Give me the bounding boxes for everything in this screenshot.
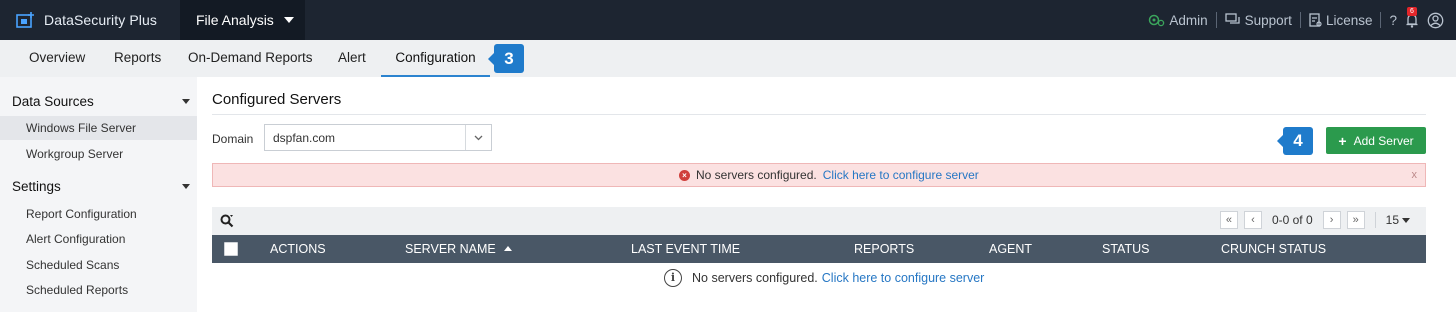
user-avatar-icon[interactable] [1427,12,1444,29]
admin-label: Admin [1169,12,1208,28]
top-bar: DataSecurity Plus File Analysis Admin Su… [0,0,1456,40]
license-doc-icon [1309,12,1322,28]
tab-alert[interactable]: Alert [338,40,366,77]
sidebar-item-report-configuration[interactable]: Report Configuration [0,202,197,226]
chevron-down-icon [182,183,190,189]
column-header-last-event-time[interactable]: LAST EVENT TIME [631,242,740,256]
sidebar-heading: Settings [12,178,61,194]
brand-name: DataSecurity Plus [44,12,157,28]
table-header: ACTIONS SERVER NAME LAST EVENT TIME REPO… [212,235,1426,263]
tab-on-demand-reports[interactable]: On-Demand Reports [188,40,313,77]
tab-configuration[interactable]: Configuration [381,40,490,77]
column-header-status[interactable]: STATUS [1102,242,1149,256]
sidebar-item-scheduled-scans[interactable]: Scheduled Scans [0,253,197,277]
add-server-label: Add Server [1353,133,1414,148]
error-alert-banner: × No servers configured. Click here to c… [212,163,1426,187]
column-header-server-name[interactable]: SERVER NAME [405,242,512,256]
admin-gear-icon [1147,12,1165,28]
sidebar-item-workgroup-server[interactable]: Workgroup Server [0,142,197,166]
admin-link[interactable]: Admin [1147,12,1208,28]
tab-reports[interactable]: Reports [114,40,161,77]
domain-select[interactable]: dspfan.com [264,124,492,151]
header-actions: Admin Support License ? 6 [1147,0,1444,40]
plus-icon: + [1338,132,1347,149]
chat-bubble-icon [1224,13,1241,27]
divider [1380,12,1382,28]
error-icon: × [679,169,690,181]
close-icon[interactable]: x [1412,169,1418,181]
license-label: License [1325,12,1373,28]
sidebar-heading: Data Sources [12,93,94,109]
select-all-checkbox[interactable] [224,242,238,256]
alert-text: No servers configured. [696,168,817,182]
chevron-down-icon [1402,217,1410,223]
page-title: Configured Servers [212,91,342,108]
main-nav: Overview Reports On-Demand Reports Alert… [0,40,1456,77]
notification-count-badge: 6 [1407,6,1417,16]
last-page-button[interactable]: » [1346,211,1365,229]
product-switcher[interactable]: File Analysis [180,0,305,40]
support-link[interactable]: Support [1224,12,1292,28]
page-size-select[interactable]: 15 [1386,213,1410,227]
product-name: File Analysis [196,12,274,28]
datasecurity-logo-icon [16,11,36,29]
sidebar-item-scheduled-reports[interactable]: Scheduled Reports [0,278,197,302]
domain-value: dspfan.com [273,131,336,145]
step-3-badge: 3 [488,44,524,73]
chevron-down-icon [283,17,294,23]
step-4-badge: 4 [1277,127,1313,155]
sort-ascending-icon [503,246,512,251]
configure-server-link[interactable]: Click here to configure server [823,168,979,182]
tab-overview[interactable]: Overview [29,40,85,77]
divider [1374,212,1376,228]
table-toolbar: « ‹ 0-0 of 0 › » 15 [212,207,1426,235]
pagination: « ‹ 0-0 of 0 › » 15 [1219,211,1410,229]
help-icon[interactable]: ? [1389,13,1397,28]
column-header-reports[interactable]: REPORTS [854,242,914,256]
column-header-agent[interactable]: AGENT [989,242,1032,256]
next-page-button[interactable]: › [1322,211,1341,229]
divider [1299,12,1301,28]
domain-label: Domain [212,132,254,146]
sidebar-section-data-sources[interactable]: Data Sources [12,91,190,111]
page-range: 0-0 of 0 [1271,213,1313,227]
brand[interactable]: DataSecurity Plus [16,0,157,40]
divider [1215,12,1217,28]
prev-page-button[interactable]: ‹ [1243,211,1262,229]
column-header-crunch-status[interactable]: CRUNCH STATUS [1221,242,1326,256]
divider [212,114,1426,115]
notifications-button[interactable]: 6 [1405,6,1419,28]
sidebar: Data Sources Windows File Server Workgro… [0,77,197,312]
configure-server-link[interactable]: Click here to configure server [822,271,985,285]
add-server-button[interactable]: + Add Server [1326,127,1426,154]
search-filter-icon[interactable] [220,214,234,228]
sidebar-item-windows-file-server[interactable]: Windows File Server [0,116,197,140]
info-icon: i [664,269,682,287]
sidebar-item-alert-configuration[interactable]: Alert Configuration [0,227,197,251]
chevron-down-icon [465,125,491,150]
chevron-down-icon [182,98,190,104]
empty-table-message: i No servers configured. Click here to c… [664,269,984,287]
first-page-button[interactable]: « [1219,211,1238,229]
column-label: SERVER NAME [405,242,496,256]
page-size-value: 15 [1385,213,1399,227]
alert-message: × No servers configured. Click here to c… [679,168,979,182]
sidebar-section-settings[interactable]: Settings [12,176,190,196]
support-label: Support [1244,12,1292,28]
license-link[interactable]: License [1309,12,1373,28]
empty-text: No servers configured. [692,271,818,285]
column-header-actions: ACTIONS [270,242,326,256]
